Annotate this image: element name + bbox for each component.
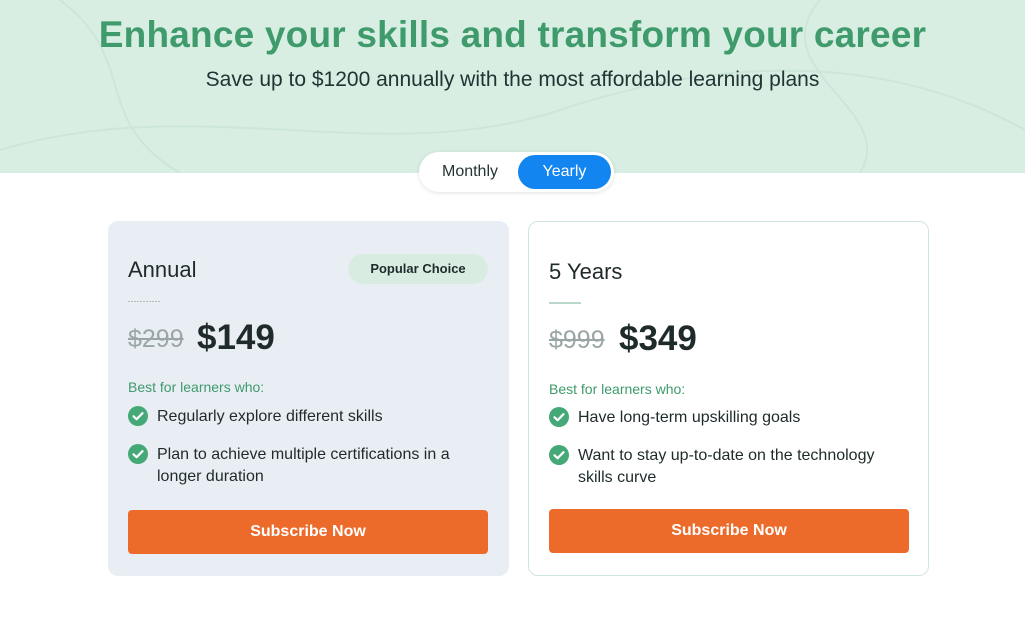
toggle-monthly[interactable]: Monthly <box>423 155 517 189</box>
plan-divider <box>549 302 581 304</box>
best-for-label: Best for learners who: <box>549 381 686 397</box>
feature-item: Want to stay up-to-date on the technolog… <box>549 445 889 489</box>
check-circle-icon <box>549 407 569 427</box>
feature-text: Regularly explore different skills <box>157 408 383 425</box>
discounted-price: $149 <box>197 318 275 357</box>
toggle-yearly[interactable]: Yearly <box>518 155 611 189</box>
plan-card-5-years: 5 Years $999 $349 Best for learners who:… <box>528 221 929 576</box>
plan-name: 5 Years <box>549 259 623 284</box>
billing-period-toggle[interactable]: Monthly Yearly <box>419 152 614 192</box>
page-title: Enhance your skills and transform your c… <box>98 14 927 55</box>
original-price: $999 <box>549 326 605 354</box>
best-for-label: Best for learners who: <box>128 379 265 395</box>
feature-item: Regularly explore different skills <box>128 406 468 428</box>
plan-name: Annual <box>128 257 197 282</box>
check-circle-icon <box>549 445 569 465</box>
check-circle-icon <box>128 406 148 426</box>
feature-text: Plan to achieve multiple certifications … <box>157 446 450 485</box>
feature-text: Have long-term upskilling goals <box>578 409 801 426</box>
page-subtitle: Save up to $1200 annually with the most … <box>205 68 820 91</box>
discounted-price: $349 <box>619 319 697 358</box>
hero-banner: Enhance your skills and transform your c… <box>0 0 1025 173</box>
check-circle-icon <box>128 444 148 464</box>
original-price: $299 <box>128 325 184 353</box>
plan-divider <box>128 301 160 302</box>
feature-item: Have long-term upskilling goals <box>549 407 889 429</box>
subscribe-button-annual[interactable]: Subscribe Now <box>128 510 488 554</box>
popular-choice-badge: Popular Choice <box>348 254 488 284</box>
feature-text: Want to stay up-to-date on the technolog… <box>578 447 875 486</box>
subscribe-button-5-years[interactable]: Subscribe Now <box>549 509 909 553</box>
feature-item: Plan to achieve multiple certifications … <box>128 444 468 488</box>
plan-card-annual: Annual Popular Choice $299 $149 Best for… <box>108 221 509 576</box>
